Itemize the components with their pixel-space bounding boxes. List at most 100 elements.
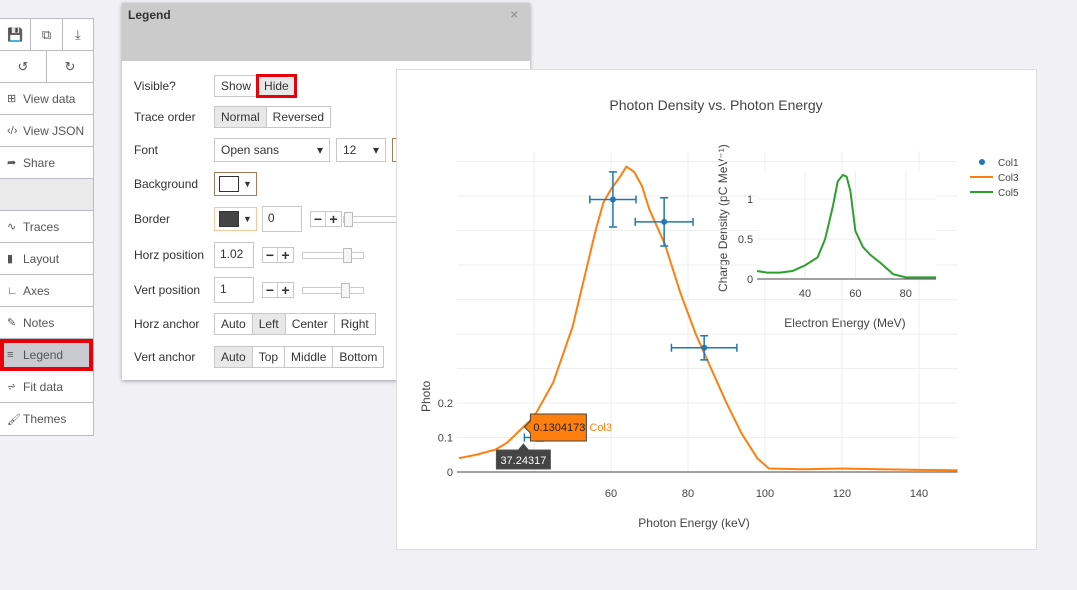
sidebar-spacer	[0, 179, 93, 211]
horz-anchor-option-center[interactable]: Center	[285, 314, 335, 334]
undo-button[interactable]: ↺	[0, 51, 47, 82]
save-button[interactable]: 💾	[0, 19, 32, 50]
sidebar-item-label: Notes	[23, 315, 55, 330]
horz-position-input[interactable]: 1.02	[214, 242, 254, 268]
share-icon: ➦	[7, 157, 17, 169]
sidebar-item-view-json[interactable]: ‹/› View JSON	[0, 115, 93, 147]
themes-icon: 🖌	[7, 413, 21, 426]
grid-icon: ⊞	[7, 93, 17, 105]
vert-position-input[interactable]: 1	[214, 277, 254, 303]
sidebar-item-legend[interactable]: ≡ Legend	[0, 339, 93, 371]
horz-position-label: Horz position	[134, 248, 205, 262]
fit-icon: ⩫	[7, 381, 17, 393]
horz-anchor-option-right[interactable]: Right	[334, 314, 375, 334]
sidebar-item-label: Share	[23, 155, 56, 170]
horz-anchor-option-left[interactable]: Left	[252, 314, 286, 334]
vert-anchor-toggle: Auto Top Middle Bottom	[214, 346, 385, 368]
background-label: Background	[134, 177, 199, 191]
plus-icon[interactable]: +	[278, 283, 293, 297]
plus-icon[interactable]: +	[326, 212, 341, 226]
sidebar-item-label: View JSON	[23, 123, 85, 138]
copy-icon: ⧉	[41, 26, 52, 42]
font-family-select[interactable]: Open sans ▾	[214, 138, 330, 162]
border-width-stepper[interactable]: − +	[309, 211, 342, 227]
horz-anchor-toggle: Auto Left Center Right	[214, 313, 376, 335]
slider-handle[interactable]	[341, 282, 351, 298]
vert-position-label: Vert position	[134, 283, 201, 297]
vert-anchor-option-middle[interactable]: Middle	[285, 347, 334, 367]
vert-position-stepper[interactable]: − +	[262, 282, 294, 298]
save-icon: 💾	[7, 26, 24, 42]
caret-down-icon: ▼	[243, 214, 252, 224]
color-swatch	[219, 211, 239, 227]
vert-position-slider[interactable]	[302, 282, 364, 298]
trace-order-option-normal[interactable]: Normal	[215, 107, 267, 127]
sidebar-item-label: Legend	[23, 347, 64, 362]
notes-icon: ✎	[7, 317, 17, 329]
plus-icon[interactable]: +	[278, 248, 293, 262]
color-swatch	[219, 176, 239, 192]
border-color-picker[interactable]: ▼	[214, 207, 257, 231]
visible-label: Visible?	[134, 79, 176, 93]
legend-icon: ≡	[7, 348, 14, 361]
download-icon: ⤓	[74, 26, 81, 42]
sidebar: 💾 ⧉ ⤓ ↺ ↻ ⊞ View data ‹/› View JSON ➦ Share ∿ Trac…	[0, 18, 94, 436]
panel-header[interactable]: Legend ×	[122, 3, 530, 61]
horz-anchor-label: Horz anchor	[134, 317, 200, 331]
visible-option-hide[interactable]: Hide	[256, 74, 297, 98]
horz-position-slider[interactable]	[302, 247, 364, 263]
copy-button[interactable]: ⧉	[31, 19, 63, 50]
toolbar-file: 💾 ⧉ ⤓	[0, 19, 93, 51]
close-icon[interactable]: ×	[510, 7, 518, 22]
vert-anchor-label: Vert anchor	[134, 350, 196, 364]
sidebar-item-traces[interactable]: ∿ Traces	[0, 211, 93, 243]
sidebar-item-label: View data	[23, 91, 76, 106]
sidebar-item-label: Traces	[23, 219, 60, 234]
visible-option-show[interactable]: Show	[215, 76, 259, 96]
layout-icon: ▮	[7, 253, 14, 265]
redo-icon: ↻	[64, 58, 76, 74]
minus-icon[interactable]: −	[311, 212, 326, 226]
sidebar-item-fit-data[interactable]: ⩫ Fit data	[0, 371, 93, 403]
traces-icon: ∿	[7, 221, 17, 233]
slider-handle[interactable]	[343, 211, 353, 227]
sidebar-item-share[interactable]: ➦ Share	[0, 147, 93, 179]
vert-anchor-option-auto[interactable]: Auto	[215, 347, 253, 367]
undo-icon: ↺	[17, 58, 29, 74]
minus-icon[interactable]: −	[263, 283, 278, 297]
border-width-input[interactable]: 0	[261, 206, 302, 232]
vert-anchor-option-bottom[interactable]: Bottom	[333, 347, 384, 367]
redo-button[interactable]: ↻	[47, 51, 93, 82]
sidebar-item-themes[interactable]: 🖌 Themes	[0, 403, 93, 435]
axes-icon: ∟	[7, 284, 18, 297]
sidebar-item-axes[interactable]: ∟ Axes	[0, 275, 93, 307]
caret-down-icon: ▾	[372, 143, 379, 157]
font-size-select[interactable]: 12 ▾	[336, 138, 386, 162]
sidebar-item-label: Axes	[23, 283, 50, 298]
chart-container	[396, 69, 1037, 550]
sidebar-item-notes[interactable]: ✎ Notes	[0, 307, 93, 339]
sidebar-item-label: Themes	[23, 412, 67, 426]
trace-order-toggle: Normal Reversed	[214, 106, 332, 128]
caret-down-icon: ▾	[316, 143, 323, 157]
toolbar-history: ↺ ↻	[0, 51, 93, 83]
sidebar-item-layout[interactable]: ▮ Layout	[0, 243, 93, 275]
border-label: Border	[134, 212, 171, 226]
font-size-value: 12	[343, 143, 357, 157]
background-color-picker[interactable]: ▼	[214, 172, 257, 196]
trace-order-option-reversed[interactable]: Reversed	[266, 107, 331, 127]
sidebar-item-label: Layout	[23, 251, 60, 266]
visible-toggle: Show Hide	[214, 74, 297, 98]
horz-position-stepper[interactable]: − +	[262, 247, 294, 263]
download-button[interactable]: ⤓	[63, 19, 93, 50]
font-family-value: Open sans	[221, 143, 280, 157]
minus-icon[interactable]: −	[263, 248, 278, 262]
sidebar-item-label: Fit data	[23, 379, 64, 394]
font-label: Font	[134, 143, 159, 157]
panel-title: Legend	[128, 8, 171, 22]
horz-anchor-option-auto[interactable]: Auto	[215, 314, 253, 334]
sidebar-item-view-data[interactable]: ⊞ View data	[0, 83, 93, 115]
trace-order-label: Trace order	[134, 110, 196, 124]
slider-handle[interactable]	[342, 247, 352, 263]
vert-anchor-option-top[interactable]: Top	[252, 347, 286, 367]
